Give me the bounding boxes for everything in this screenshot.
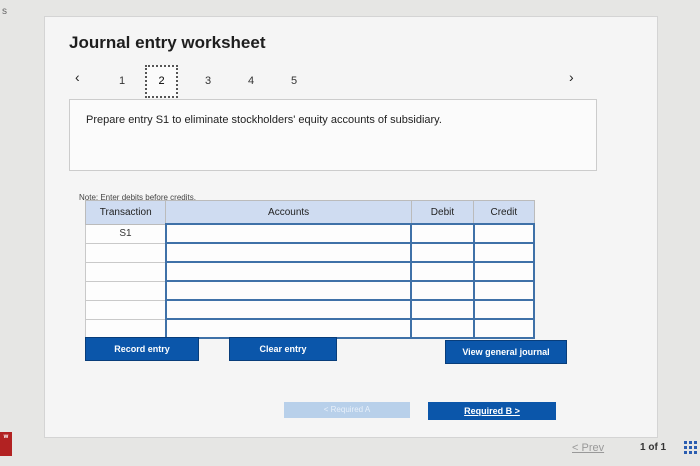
grid-icon[interactable] [684,441,697,454]
step-4[interactable]: 4 [248,75,254,87]
debit-input[interactable] [410,261,475,282]
step-3[interactable]: 3 [205,75,211,87]
debit-input[interactable] [410,223,475,244]
credit-input[interactable] [472,242,536,263]
account-input[interactable] [164,318,413,339]
debit-input[interactable] [410,299,475,320]
table-row [84,318,536,339]
transaction-cell [84,280,167,301]
table-row [84,280,536,301]
table-row: S1 [84,223,536,244]
debit-input[interactable] [410,242,475,263]
header-accounts: Accounts [165,200,412,225]
instruction-box: Prepare entry S1 to eliminate stockholde… [69,99,597,171]
chevron-left-icon[interactable]: ‹ [75,69,80,85]
table-row [84,242,536,263]
edge-text: s [2,6,7,17]
credit-input[interactable] [472,280,536,301]
transaction-cell [84,261,167,282]
account-input[interactable] [164,280,413,301]
header-transaction: Transaction [84,200,167,225]
account-input[interactable] [164,242,413,263]
account-input[interactable] [164,261,413,282]
header-credit: Credit [473,200,535,225]
credit-input[interactable] [472,299,536,320]
credit-input[interactable] [472,318,536,339]
transaction-cell: S1 [84,223,167,244]
table-row [84,299,536,320]
credit-input[interactable] [472,223,536,244]
journal-table: Transaction Accounts Debit Credit S1 [84,200,536,339]
debit-input[interactable] [410,280,475,301]
debit-input[interactable] [410,318,475,339]
prev-link[interactable]: < Prev [572,442,604,454]
page-count: 1 of 1 [640,442,667,453]
step-5[interactable]: 5 [291,75,297,87]
edge-badge: w [0,432,12,456]
account-input[interactable] [164,223,413,244]
worksheet-panel: Journal entry worksheet ‹ 1 2 3 4 5 › Pr… [44,16,658,438]
chevron-right-icon[interactable]: › [569,69,574,85]
view-general-journal-button[interactable]: View general journal [445,340,567,364]
instruction-text: Prepare entry S1 to eliminate stockholde… [86,114,442,126]
table-row [84,261,536,282]
header-debit: Debit [410,200,475,225]
step-1[interactable]: 1 [119,75,125,87]
transaction-cell [84,318,167,339]
clear-entry-button[interactable]: Clear entry [229,337,337,361]
required-b-button[interactable]: Required B > [428,402,556,420]
transaction-cell [84,299,167,320]
required-a-button[interactable]: < Required A [284,402,410,418]
step-2[interactable]: 2 [145,65,178,98]
account-input[interactable] [164,299,413,320]
transaction-cell [84,242,167,263]
record-entry-button[interactable]: Record entry [85,337,199,361]
worksheet-title: Journal entry worksheet [69,33,266,52]
credit-input[interactable] [472,261,536,282]
